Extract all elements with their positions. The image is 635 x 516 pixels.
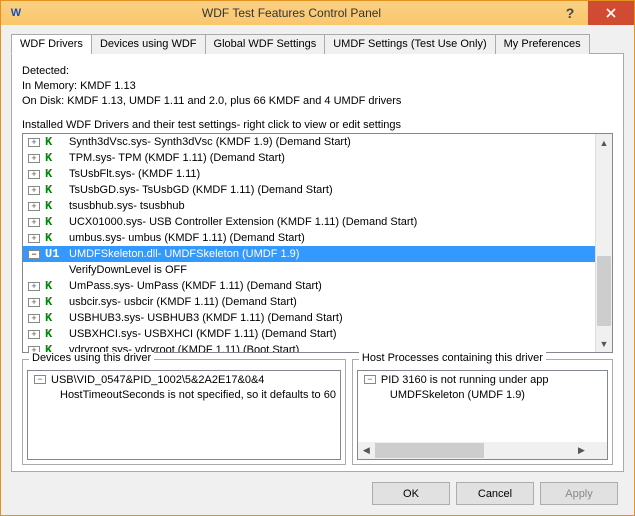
host-detail: UMDFSkeleton (UMDF 1.9) <box>360 388 605 403</box>
driver-text: UmPass.sys- UmPass (KMDF 1.11) (Demand S… <box>69 280 322 292</box>
driver-row[interactable]: + K USBXHCI.sys- USBXHCI (KMDF 1.11) (Dema… <box>23 326 595 342</box>
tree-expand-icon[interactable]: + <box>28 170 40 179</box>
driver-row[interactable]: +Kvdrvroot.sys- vdrvroot (KMDF 1.11) (Bo… <box>23 342 595 352</box>
help-button[interactable]: ? <box>552 1 588 25</box>
tree-expand-icon[interactable]: + <box>28 314 40 323</box>
driver-text: TsUsbFlt.sys- (KMDF 1.11) <box>69 168 200 180</box>
devices-group: Devices using this driver − USB\VID_0547… <box>22 359 346 465</box>
hosts-list[interactable]: − PID 3160 is not running under app UMDF… <box>357 370 608 460</box>
scroll-left-icon[interactable]: ◀ <box>358 442 375 459</box>
tab-strip: WDF DriversDevices using WDFGlobal WDF S… <box>11 34 624 54</box>
driver-text: TPM.sys- TPM (KMDF 1.11) (Demand Start) <box>69 152 285 164</box>
cancel-button[interactable]: Cancel <box>456 482 534 505</box>
scroll-down-icon[interactable]: ▼ <box>596 335 612 352</box>
tree-collapse-icon[interactable]: − <box>28 250 40 259</box>
tree-expand-icon[interactable]: + <box>28 234 40 243</box>
driver-text: usbcir.sys- usbcir (KMDF 1.11) (Demand S… <box>69 296 297 308</box>
kmdf-badge-icon: K <box>45 151 63 165</box>
tree-expand-icon[interactable]: + <box>28 330 40 339</box>
driver-text: umbus.sys- umbus (KMDF 1.11) (Demand Sta… <box>69 232 305 244</box>
devices-list[interactable]: − USB\VID_0547&PID_1002\5&2A2E17&0&4 Hos… <box>27 370 341 460</box>
host-item: PID 3160 is not running under app <box>381 373 549 388</box>
driver-text: TsUsbGD.sys- TsUsbGD (KMDF 1.11) (Demand… <box>69 184 333 196</box>
devices-legend: Devices using this driver <box>29 352 154 364</box>
driver-text: vdrvroot.sys- vdrvroot (KMDF 1.11) (Boot… <box>69 344 299 352</box>
driver-text: Synth3dVsc.sys- Synth3dVsc (KMDF 1.9) (D… <box>69 136 351 148</box>
tab-devices-using-wdf[interactable]: Devices using WDF <box>91 34 206 54</box>
vertical-scrollbar[interactable]: ▲ ▼ <box>595 134 612 352</box>
kmdf-badge-icon: K <box>45 343 63 352</box>
tab-body: Detected: In Memory: KMDF 1.13 On Disk: … <box>11 53 624 472</box>
driver-row[interactable]: −U1 UMDFSkeleton.dll- UMDFSkeleton (UMDF … <box>23 246 595 262</box>
tree-expand-icon[interactable]: + <box>28 282 40 291</box>
tab-wdf-drivers[interactable]: WDF Drivers <box>11 34 92 54</box>
kmdf-badge-icon: K <box>45 231 63 245</box>
scroll-thumb[interactable] <box>597 256 611 326</box>
kmdf-badge-icon: K <box>45 167 63 181</box>
kmdf-badge-icon: K <box>45 183 63 197</box>
tree-collapse-icon[interactable]: − <box>364 375 376 384</box>
driver-text: UCX01000.sys- USB Controller Extension (… <box>69 216 417 228</box>
tree-expand-icon[interactable]: + <box>28 154 40 163</box>
hosts-legend: Host Processes containing this driver <box>359 352 546 364</box>
kmdf-badge-icon: K <box>45 279 63 293</box>
driver-row[interactable]: + Kusbcir.sys- usbcir (KMDF 1.11) (Demand… <box>23 294 595 310</box>
close-button[interactable] <box>588 1 634 25</box>
tree-expand-icon[interactable]: + <box>28 218 40 227</box>
close-icon <box>606 8 616 18</box>
tab-my-preferences[interactable]: My Preferences <box>495 34 590 54</box>
tree-collapse-icon[interactable]: − <box>34 375 46 384</box>
detected-block: Detected: In Memory: KMDF 1.13 On Disk: … <box>22 64 613 109</box>
driver-text: tsusbhub.sys- tsusbhub <box>69 200 185 212</box>
tree-expand-icon[interactable]: + <box>28 186 40 195</box>
driver-row[interactable]: + K TsUsbGD.sys- TsUsbGD (KMDF 1.11) (Dema… <box>23 182 595 198</box>
kmdf-badge-icon: K <box>45 135 63 149</box>
tab-global-wdf-settings[interactable]: Global WDF Settings <box>205 34 326 54</box>
driver-row[interactable]: + K USBHUB3.sys- USBHUB3 (KMDF 1.11) (Dema… <box>23 310 595 326</box>
detected-memory: In Memory: KMDF 1.13 <box>22 79 613 94</box>
detected-heading: Detected: <box>22 64 613 79</box>
device-item: USB\VID_0547&PID_1002\5&2A2E17&0&4 <box>51 373 264 388</box>
ok-button[interactable]: OK <box>372 482 450 505</box>
scroll-right-icon[interactable]: ▶ <box>573 442 590 459</box>
tree-expand-icon[interactable]: + <box>28 138 40 147</box>
hosts-group: Host Processes containing this driver − … <box>352 359 613 465</box>
detected-disk: On Disk: KMDF 1.13, UMDF 1.11 and 2.0, p… <box>22 94 613 109</box>
tree-expand-icon[interactable]: + <box>28 298 40 307</box>
driver-row[interactable]: + K UCX01000.sys- USB Controller Extension… <box>23 214 595 230</box>
driver-row[interactable]: + K TsUsbFlt.sys- (KMDF 1.11) <box>23 166 595 182</box>
device-detail: HostTimeoutSeconds is not specified, so … <box>30 388 338 403</box>
scroll-corner <box>590 442 607 459</box>
kmdf-badge-icon: K <box>45 199 63 213</box>
driver-row[interactable]: + K UmPass.sys- UmPass (KMDF 1.11) (Demand… <box>23 278 595 294</box>
dialog-buttons: OK Cancel Apply <box>11 472 624 505</box>
driver-row[interactable]: + Kumbus.sys- umbus (KMDF 1.11) (Demand S… <box>23 230 595 246</box>
kmdf-badge-icon: K <box>45 295 63 309</box>
hscroll-thumb[interactable] <box>375 443 484 458</box>
driver-row[interactable]: + K Synth3dVsc.sys- Synth3dVsc (KMDF 1.9) … <box>23 134 595 150</box>
kmdf-badge-icon: K <box>45 215 63 229</box>
driver-text: USBXHCI.sys- USBXHCI (KMDF 1.11) (Demand… <box>69 328 337 340</box>
driver-text: VerifyDownLevel is OFF <box>69 264 187 276</box>
driver-child-row[interactable]: VerifyDownLevel is OFF <box>23 262 595 278</box>
driver-list-label: Installed WDF Drivers and their test set… <box>22 119 613 131</box>
driver-text: UMDFSkeleton.dll- UMDFSkeleton (UMDF 1.9… <box>69 248 299 260</box>
horizontal-scrollbar[interactable]: ◀ ▶ <box>358 442 590 459</box>
kmdf-badge-icon: K <box>45 311 63 325</box>
apply-button[interactable]: Apply <box>540 482 618 505</box>
tree-expand-icon[interactable]: + <box>28 202 40 211</box>
driver-row[interactable]: + K TPM.sys- TPM (KMDF 1.11) (Demand Start… <box>23 150 595 166</box>
window-title: WDF Test Features Control Panel <box>31 6 552 20</box>
driver-list[interactable]: + K Synth3dVsc.sys- Synth3dVsc (KMDF 1.9) … <box>22 133 613 353</box>
driver-row[interactable]: + Ktsusbhub.sys- tsusbhub <box>23 198 595 214</box>
scroll-up-icon[interactable]: ▲ <box>596 134 612 151</box>
driver-text: USBHUB3.sys- USBHUB3 (KMDF 1.11) (Demand… <box>69 312 343 324</box>
tab-umdf-settings-test-use-only[interactable]: UMDF Settings (Test Use Only) <box>324 34 495 54</box>
umdf-badge-icon: U1 <box>45 247 63 261</box>
app-icon: W <box>7 4 25 22</box>
titlebar: W WDF Test Features Control Panel ? <box>1 1 634 25</box>
kmdf-badge-icon: K <box>45 327 63 341</box>
